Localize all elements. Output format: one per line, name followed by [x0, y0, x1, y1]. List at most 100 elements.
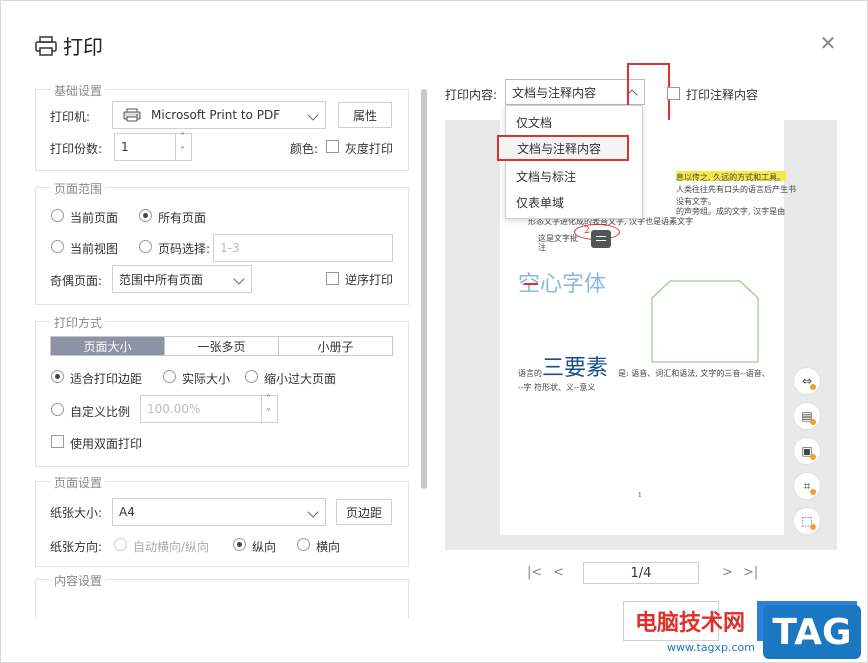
basic-settings-legend: 基础设置 [50, 82, 107, 99]
print-content-select[interactable]: 文档与注释内容 [505, 79, 645, 105]
option-doc-and-marks[interactable]: 文档与标注 [506, 163, 642, 189]
color-label: 颜色: [290, 142, 319, 156]
tab-page-size[interactable]: 页面大小 [51, 337, 165, 355]
landscape-radio[interactable] [297, 538, 310, 551]
grayscale-checkbox[interactable] [326, 140, 339, 153]
preview-line: 是: 语音、词汇和语法, 文字的三音--语音、 [618, 369, 770, 378]
printer-label: 打印机: [50, 110, 91, 124]
octagon-shape [651, 280, 759, 363]
save-icon[interactable]: ▣ [793, 437, 821, 465]
print-annotations-label: 打印注释内容 [686, 88, 759, 102]
print-content-dropdown: 仅文档 文档与注释内容 文档与标注 仅表单域 [497, 105, 643, 219]
current-view-radio[interactable] [51, 240, 64, 253]
duplex-label: 使用双面打印 [70, 437, 143, 451]
margins-button[interactable]: 页边距 [336, 499, 392, 525]
odd-even-select[interactable]: 范围中所有页面 [112, 265, 252, 293]
all-pages-radio[interactable] [139, 209, 152, 222]
page-select-input[interactable]: 1-3 [213, 234, 393, 262]
preview-line: 语言的 [518, 369, 542, 378]
option-form-fields-only[interactable]: 仅表单域 [506, 189, 642, 215]
current-page-radio[interactable] [51, 209, 64, 222]
content-settings-legend: 内容设置 [50, 572, 107, 589]
custom-scale-stepper[interactable]: 100.00% [140, 394, 278, 423]
annotation-number: 2 [584, 226, 590, 236]
page-range-group: 页面范围 当前页面 所有页面 当前视图 页码选择: 1-3 奇偶页面: 范围中所… [35, 180, 409, 305]
fit-margins-label: 适合打印边距 [70, 372, 143, 386]
dialog-title: 打印 [35, 31, 103, 60]
spinner-arrows-icon[interactable] [261, 394, 277, 422]
select-area-icon[interactable]: ⬚ [793, 507, 821, 535]
paper-size-select[interactable]: A4 [112, 498, 326, 526]
portrait-label: 纵向 [252, 540, 277, 554]
spinner-arrows-icon[interactable] [175, 132, 191, 160]
preview-line: 注 [538, 243, 546, 252]
paper-size-value: A4 [119, 505, 135, 519]
page-select-label: 页码选择: [158, 242, 211, 256]
odd-even-label: 奇偶页面: [50, 274, 103, 288]
watermark-url: www.tagxp.com [667, 641, 755, 654]
duplex-checkbox[interactable] [51, 435, 64, 448]
printer-icon [35, 35, 57, 56]
actual-size-label: 实际大小 [182, 372, 231, 386]
fit-width-icon[interactable]: ⇔ [793, 367, 821, 395]
print-content-value: 文档与注释内容 [512, 85, 597, 100]
paper-size-label: 纸张大小: [50, 506, 103, 520]
print-mode-legend: 打印方式 [50, 314, 107, 331]
watermark-logo: TAG [763, 605, 861, 659]
basic-settings-group: 基础设置 打印机: Microsoft Print to PDF 属性 打印份数… [35, 82, 409, 171]
crop-icon[interactable]: ⌗ [793, 472, 821, 500]
shrink-large-radio[interactable] [245, 370, 258, 383]
preview-line: --字 符形状、义--意义 [518, 383, 596, 392]
reverse-label: 逆序打印 [345, 273, 394, 287]
preview-page-number: 1 [638, 492, 642, 499]
landscape-label: 横向 [316, 540, 341, 554]
print-dialog: 打印 ✕ 基础设置 打印机: Microsoft Print to PDF 属性… [0, 0, 868, 663]
red-underline [524, 283, 538, 285]
page-number-input[interactable]: 1/4 [583, 562, 699, 584]
properties-button[interactable]: 属性 [338, 102, 392, 128]
print-mode-group: 打印方式 页面大小 一张多页 小册子 适合打印边距 实际大小 缩小过大页面 自定… [35, 314, 409, 467]
print-mode-tabs: 页面大小 一张多页 小册子 [50, 336, 393, 356]
next-page-icon[interactable]: > [722, 565, 733, 580]
actual-size-radio[interactable] [163, 370, 176, 383]
left-panel-scrollbar[interactable] [421, 89, 427, 489]
chevron-down-icon [307, 109, 319, 121]
comment-icon[interactable] [591, 230, 611, 248]
paper-settings-legend: 页面设置 [50, 474, 107, 491]
all-pages-label: 所有页面 [158, 211, 207, 225]
option-doc-only[interactable]: 仅文档 [506, 109, 642, 135]
printer-device-icon [123, 108, 141, 122]
first-page-icon[interactable]: |< [527, 565, 542, 580]
reverse-checkbox[interactable] [326, 272, 339, 285]
close-icon[interactable]: ✕ [819, 33, 837, 53]
page-select-radio[interactable] [139, 240, 152, 253]
chevron-down-icon [233, 273, 245, 285]
tab-multi-page[interactable]: 一张多页 [165, 337, 279, 355]
printer-select[interactable]: Microsoft Print to PDF [112, 101, 326, 129]
current-view-label: 当前视图 [70, 242, 119, 256]
page-range-legend: 页面范围 [50, 180, 107, 197]
dialog-title-text: 打印 [63, 35, 103, 59]
portrait-radio[interactable] [233, 538, 246, 551]
three-elements-text: 三要素 [542, 356, 609, 381]
print-annotations-checkbox[interactable] [667, 87, 680, 100]
last-page-icon[interactable]: >| [743, 565, 758, 580]
document-settings-icon[interactable]: ▤ [793, 402, 821, 430]
auto-orientation-radio[interactable] [114, 538, 127, 551]
copies-stepper[interactable]: 1 [114, 132, 192, 161]
prev-page-icon[interactable]: < [553, 565, 564, 580]
tab-booklet[interactable]: 小册子 [279, 337, 392, 355]
hollow-font-text: 空心字体 [518, 272, 607, 297]
custom-scale-radio[interactable] [51, 403, 64, 416]
fit-margins-radio[interactable] [51, 370, 64, 383]
page-number-value: 1/4 [630, 565, 652, 581]
custom-scale-label: 自定义比例 [70, 405, 131, 419]
printer-value: Microsoft Print to PDF [151, 108, 281, 122]
page-select-placeholder: 1-3 [220, 241, 240, 255]
option-doc-and-annotations[interactable]: 文档与注释内容 [497, 135, 629, 161]
shrink-large-label: 缩小过大页面 [264, 372, 337, 386]
preview-line: 人类往往先有口头的语言后产生书 [676, 185, 796, 194]
chevron-down-icon [307, 506, 319, 518]
copies-value: 1 [121, 140, 129, 154]
copies-label: 打印份数: [50, 142, 103, 156]
